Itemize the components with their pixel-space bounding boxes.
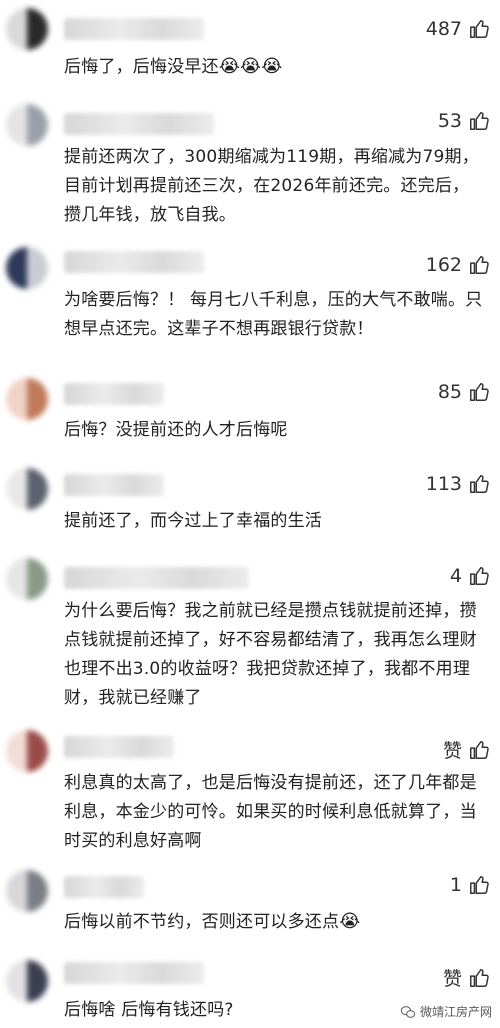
avatar[interactable] [6, 730, 48, 772]
like-button[interactable]: 1 [450, 874, 490, 896]
avatar[interactable] [6, 960, 48, 1002]
like-count: 113 [425, 473, 462, 495]
username-blurred[interactable] [64, 18, 204, 40]
thumbs-up-icon [470, 256, 489, 274]
username-blurred[interactable] [64, 736, 174, 758]
avatar[interactable] [6, 870, 48, 912]
avatar[interactable] [6, 468, 48, 510]
comment-text: 后悔以前不节约，否则还可以多还点😭 [64, 907, 486, 937]
like-count: 53 [437, 110, 462, 132]
username-blurred[interactable] [64, 383, 164, 405]
thumbs-up-icon [470, 968, 489, 987]
like-button[interactable]: 85 [438, 381, 490, 403]
thumbs-up-icon [470, 475, 489, 493]
crying-emoji: 😭 [339, 911, 361, 932]
like-button[interactable]: 赞 [443, 736, 490, 763]
comment-text: 利息真的太高了，也是后悔没有提前还，还了几年都是利息，本金少的可怜。如果买的时候… [64, 773, 477, 851]
avatar[interactable] [6, 378, 48, 420]
username-blurred[interactable] [64, 962, 204, 984]
comment-text: 提前还了，而今过上了幸福的生活 [64, 511, 322, 531]
wechat-icon [400, 1005, 416, 1018]
watermark: 微靖江房产网 [400, 1003, 492, 1020]
crying-emoji: 😭😭😭 [218, 56, 283, 77]
like-count: 4 [449, 565, 462, 587]
avatar[interactable] [6, 8, 48, 50]
thumbs-up-icon [470, 740, 489, 759]
thumbs-up-icon [470, 383, 489, 401]
like-button[interactable]: 487 [426, 18, 490, 40]
like-count: 85 [437, 381, 462, 403]
username-blurred[interactable] [64, 567, 249, 589]
like-button[interactable]: 162 [426, 254, 490, 276]
username-blurred[interactable] [64, 113, 214, 135]
comment-text: 提前还两次了，300期缩减为119期，再缩减为79期，目前计划再提前还三次，在2… [64, 147, 479, 225]
watermark-text: 微靖江房产网 [419, 1005, 492, 1019]
like-label: 赞 [442, 968, 462, 990]
username-blurred[interactable] [64, 876, 144, 898]
avatar[interactable] [6, 247, 48, 289]
like-count: 1 [449, 874, 462, 896]
thumbs-up-icon [470, 112, 489, 130]
like-button[interactable]: 4 [450, 565, 490, 587]
username-blurred[interactable] [64, 474, 164, 496]
thumbs-up-icon [470, 876, 489, 894]
comment-text: 后悔了，后悔没早还😭😭😭 [64, 52, 486, 82]
thumbs-up-icon [470, 567, 489, 585]
comment-text: 后悔？没提前还的人才后悔呢 [64, 420, 288, 440]
thumbs-up-icon [470, 20, 489, 38]
username-blurred[interactable] [64, 251, 204, 273]
comment-text: 为啥要后悔？！ 每月七八千利息，压的大气不敢喘。只想早点还完。这辈子不想再跟银行… [64, 290, 483, 339]
avatar[interactable] [6, 558, 48, 600]
like-count: 487 [425, 18, 462, 40]
avatar[interactable] [6, 104, 48, 146]
like-button[interactable]: 赞 [443, 964, 490, 991]
comment-text: 为什么要后悔？我之前就已经是攒点钱就提前还掉，攒点钱就提前还掉了，好不容易都结清… [64, 601, 477, 708]
like-count: 162 [425, 254, 462, 276]
like-button[interactable]: 113 [426, 473, 490, 495]
like-button[interactable]: 53 [438, 110, 490, 132]
like-label: 赞 [442, 740, 462, 762]
